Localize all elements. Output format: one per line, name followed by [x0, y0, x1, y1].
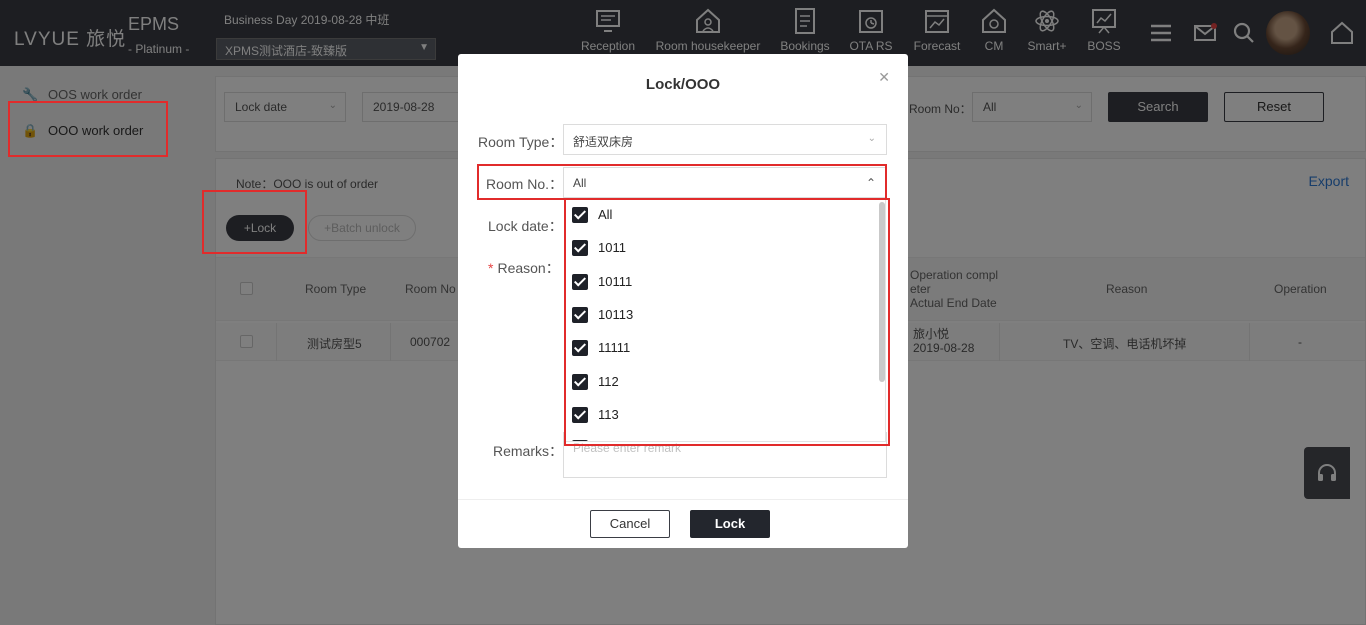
- remarks-label: Remarks：: [493, 443, 564, 459]
- lock-confirm-button[interactable]: Lock: [690, 510, 770, 538]
- highlight-box-sidebar: [8, 101, 168, 157]
- highlight-box-dropdown: [564, 198, 890, 446]
- room-type-value: 舒适双床房: [573, 135, 634, 149]
- lock-date-label: Lock date：: [488, 218, 563, 234]
- cancel-button[interactable]: Cancel: [590, 510, 670, 538]
- reason-label-text: Reason：: [497, 260, 560, 276]
- dialog-title: Lock/OOO: [645, 76, 721, 93]
- room-type-label: Room Type：: [478, 134, 564, 150]
- close-icon[interactable]: ✕: [878, 69, 890, 86]
- highlight-box-lock-button: [202, 190, 307, 254]
- required-icon: *: [488, 260, 494, 276]
- chevron-down-icon: ⌄: [867, 133, 876, 144]
- dialog-footer-divider: [458, 499, 908, 500]
- highlight-box-room-no: [477, 164, 887, 200]
- room-type-select[interactable]: 舒适双床房 ⌄: [563, 124, 887, 155]
- reason-label: * Reason：: [488, 258, 560, 278]
